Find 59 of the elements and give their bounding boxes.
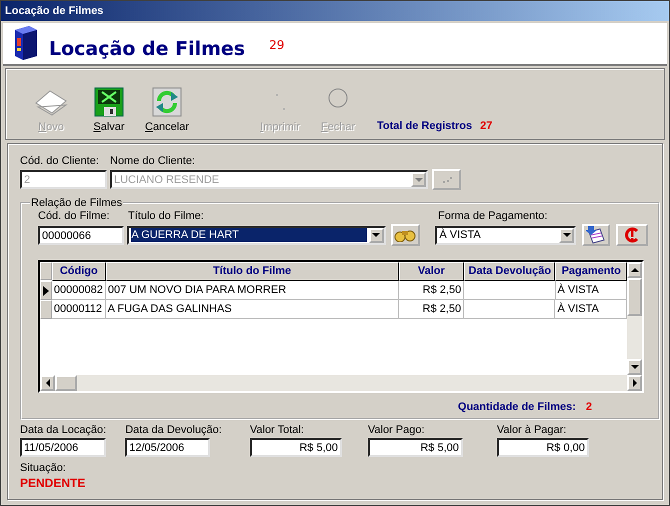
faint-dots-icon <box>276 94 284 110</box>
document-arrow-icon <box>586 226 606 244</box>
refresh-arrows-icon <box>152 87 182 117</box>
scroll-up-button[interactable] <box>627 262 642 278</box>
column-header[interactable]: Código <box>52 262 106 281</box>
scroll-down-button[interactable] <box>627 359 642 375</box>
remove-film-button[interactable] <box>616 224 648 246</box>
table-cell: 00000112 <box>52 300 106 319</box>
total-records-count: 27 <box>480 120 492 132</box>
horizontal-scrollbar[interactable] <box>40 375 642 391</box>
add-film-button[interactable] <box>582 224 610 246</box>
group-title: Relação de Filmes <box>30 197 124 209</box>
field-label: Cód. do Filme: <box>38 210 111 222</box>
vertical-scrollbar[interactable] <box>627 262 642 375</box>
field-label: Valor à Pagar: <box>496 424 568 436</box>
total-records-label: Total de Registros <box>377 120 472 132</box>
scroll-left-button[interactable] <box>40 375 55 391</box>
dots-icon <box>442 176 452 184</box>
status-value: PENDENTE <box>20 476 86 490</box>
column-header[interactable]: Pagamento <box>555 262 627 281</box>
field-label: Valor Total: <box>250 424 305 436</box>
value-field[interactable]: R$ 5,00 <box>250 438 342 457</box>
scroll-thumb[interactable] <box>55 375 77 391</box>
table-cell: A FUGA DAS GALINHAS <box>106 300 399 319</box>
search-film-button[interactable] <box>390 224 420 246</box>
table-cell: R$ 2,50 <box>398 300 464 319</box>
film-quantity-count: 2 <box>586 401 592 415</box>
field-label: Título do Filme: <box>128 210 205 222</box>
value-field[interactable]: 12/05/2006 <box>125 438 210 457</box>
toolbar-button[interactable]: Salvar <box>80 87 138 133</box>
window-title: Locação de Filmes <box>1 1 669 21</box>
record-number: 29 <box>269 38 284 52</box>
value-field[interactable]: R$ 5,00 <box>368 438 463 457</box>
page-title: Locação de Filmes <box>49 38 246 60</box>
value-field[interactable]: R$ 0,00 <box>496 438 589 457</box>
payment-dropdown[interactable]: À VISTA <box>435 226 576 244</box>
column-header[interactable]: Data Devolução <box>464 262 556 281</box>
scroll-thumb[interactable] <box>627 278 642 316</box>
toolbar-button[interactable]: Cancelar <box>138 87 196 133</box>
field-label: Valor Pago: <box>368 424 426 436</box>
field-label: Forma de Pagamento: <box>438 210 548 222</box>
column-header[interactable]: Valor <box>398 262 464 281</box>
value-field[interactable]: 11/05/2006 <box>20 438 106 457</box>
table-cell: R$ 2,50 <box>398 281 464 300</box>
table-cell: 00000082 <box>52 281 106 300</box>
binoculars-icon <box>394 228 416 242</box>
row-indicator[interactable] <box>40 281 52 300</box>
scroll-right-button[interactable] <box>627 375 642 391</box>
field-label: Cód. do Cliente: <box>20 155 100 167</box>
field-label: Data da Locação: <box>20 424 106 436</box>
field-label: Data da Devolução: <box>125 424 222 436</box>
film-title-dropdown[interactable]: A GUERRA DE HART <box>127 226 386 244</box>
column-header[interactable]: Título do Filme <box>106 262 399 281</box>
film-quantity-label: Quantidade de Filmes: <box>458 401 576 415</box>
table-cell: 007 UM NOVO DIA PARA MORRER <box>106 281 399 300</box>
row-pointer-icon <box>42 286 49 296</box>
status-label: Situação: <box>20 462 67 474</box>
film-code-field[interactable]: 00000066 <box>38 226 124 244</box>
field-label: Nome do Cliente: <box>110 155 195 167</box>
